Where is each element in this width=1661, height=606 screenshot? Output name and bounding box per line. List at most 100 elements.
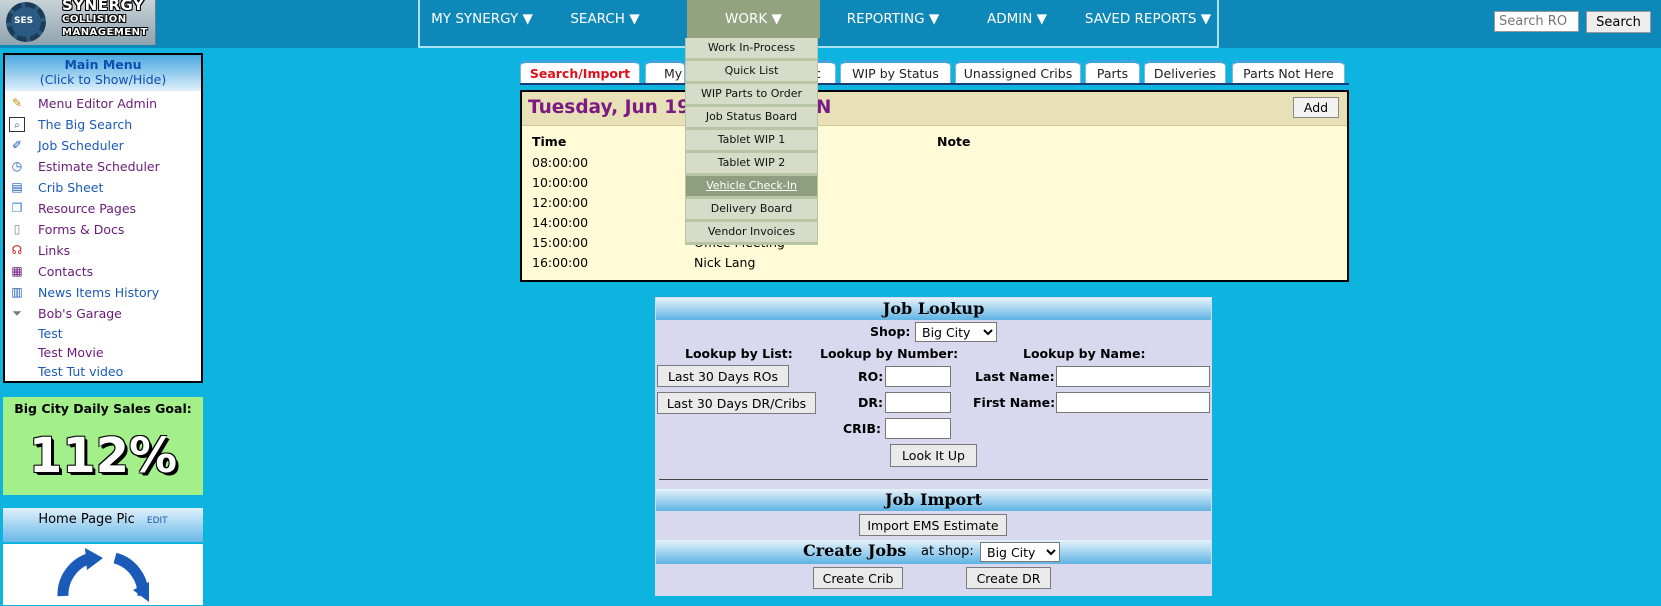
pages-icon: ❐: [11, 201, 23, 215]
crib-label: CRIB:: [843, 421, 881, 436]
book-icon: ▥: [11, 285, 23, 299]
menu-item-job-status-board[interactable]: Job Status Board: [686, 107, 817, 127]
menu-editor-icon: ✎: [11, 96, 23, 110]
create-jobs-bar: Create Jobs at shop: Big City: [656, 540, 1211, 564]
sidebar-item-label: Test Tut video: [38, 364, 124, 379]
menu-item-work-in-process[interactable]: Work In-Process: [686, 38, 817, 58]
menu-item-tablet-wip-2[interactable]: Tablet WIP 2: [686, 153, 817, 173]
menu-item-vehicle-check-in[interactable]: Vehicle Check-In: [686, 176, 817, 196]
look-it-up-button[interactable]: Look It Up: [890, 444, 977, 467]
daily-schedule-panel: Tuesday, Jun 19 IN Add Time Note 08:00:0…: [520, 90, 1349, 282]
nav-admin[interactable]: ADMIN ▼: [969, 0, 1065, 38]
nav-reporting[interactable]: REPORTING ▼: [831, 0, 955, 38]
main-menu-header[interactable]: Main Menu (Click to Show/Hide): [5, 55, 201, 91]
sidebar-item-label: Bob's Garage: [38, 306, 122, 321]
home-page-pic-edit-link[interactable]: EDIT: [147, 516, 168, 526]
sidebar-item-label: Crib Sheet: [38, 180, 104, 195]
sidebar-item-resource-pages[interactable]: ❐ Resource Pages: [5, 198, 201, 219]
logo-text-management: MANAGEMENT: [62, 27, 148, 38]
sidebar-item-label: Job Scheduler: [38, 138, 124, 153]
sidebar-item-label: Links: [38, 243, 71, 258]
tab-unassigned-cribs[interactable]: Unassigned Cribs: [955, 60, 1081, 84]
sidebar-item-job-scheduler[interactable]: ✐ Job Scheduler: [5, 135, 201, 156]
lookup-by-number-label: Lookup by Number:: [820, 346, 959, 361]
nav-work[interactable]: WORK ▼: [687, 0, 820, 38]
sidebar-item-news-items-history[interactable]: ▥ News Items History: [5, 282, 201, 303]
sidebar-item-test-movie[interactable]: Test Movie: [5, 343, 201, 362]
tab-deliveries[interactable]: Deliveries: [1144, 60, 1226, 84]
menu-item-delivery-board[interactable]: Delivery Board: [686, 199, 817, 219]
sidebar-item-forms-docs[interactable]: ▯ Forms & Docs: [5, 219, 201, 240]
schedule-row-time: 14:00:00: [532, 215, 589, 230]
main-menu-panel: Main Menu (Click to Show/Hide) ✎ Menu Ed…: [3, 53, 203, 383]
create-jobs-shop-select[interactable]: Big City: [980, 542, 1060, 562]
sidebar-item-label: Menu Editor Admin: [38, 96, 158, 111]
last-name-label: Last Name:: [975, 369, 1055, 384]
create-crib-button[interactable]: Create Crib: [813, 567, 903, 589]
menu-item-vendor-invoices[interactable]: Vendor Invoices: [686, 222, 817, 242]
first-name-label: First Name:: [973, 395, 1056, 410]
sidebar-item-label: Estimate Scheduler: [38, 159, 160, 174]
create-dr-button[interactable]: Create DR: [966, 567, 1051, 589]
logo-text-synergy: SYNERGY: [62, 0, 145, 14]
ro-input[interactable]: [885, 366, 951, 387]
sidebar-item-menu-editor-admin[interactable]: ✎ Menu Editor Admin: [5, 93, 201, 114]
menu-item-quick-list[interactable]: Quick List: [686, 61, 817, 81]
sidebar-item-big-search[interactable]: ⌕ The Big Search: [5, 114, 201, 135]
sidebar-item-label: Test Movie: [38, 345, 104, 360]
scheduler-icon: ✐: [11, 138, 23, 152]
main-nav: MY SYNERGY ▼ SEARCH ▼ WORK ▼ REPORTING ▼…: [418, 0, 1219, 48]
shop-select[interactable]: Big City: [915, 322, 997, 342]
tab-parts-not-here[interactable]: Parts Not Here: [1232, 60, 1345, 84]
menu-item-tablet-wip-1[interactable]: Tablet WIP 1: [686, 130, 817, 150]
sidebar-item-bobs-garage[interactable]: ⏷ Bob's Garage: [5, 303, 201, 324]
sidebar-item-label: Forms & Docs: [38, 222, 125, 237]
home-page-pic-title: Home Page Pic: [38, 512, 135, 527]
recycle-arrows-icon: [57, 548, 149, 602]
crib-input[interactable]: [885, 418, 951, 439]
tab-wip-by-status[interactable]: WIP by Status: [840, 60, 951, 84]
document-icon: ▯: [13, 222, 21, 236]
add-schedule-button[interactable]: Add: [1293, 97, 1339, 118]
create-jobs-at-shop-label: at shop:: [921, 544, 974, 559]
main-menu-subtitle: (Click to Show/Hide): [39, 72, 167, 87]
sidebar-item-links[interactable]: ☊ Links: [5, 240, 201, 261]
lookup-by-list-label: Lookup by List:: [685, 346, 793, 361]
sidebar-item-crib-sheet[interactable]: ▤ Crib Sheet: [5, 177, 201, 198]
home-page-pic-header: Home Page Pic EDIT: [3, 508, 203, 544]
clock-icon: ◷: [11, 159, 23, 173]
contacts-icon: ▦: [11, 264, 23, 278]
nav-my-synergy[interactable]: MY SYNERGY ▼: [420, 0, 544, 38]
schedule-row-time: 16:00:00: [532, 255, 589, 270]
search-ro-input[interactable]: [1494, 11, 1579, 32]
last-30-days-ros-button[interactable]: Last 30 Days ROs: [657, 365, 789, 387]
menu-item-wip-parts-to-order[interactable]: WIP Parts to Order: [686, 84, 817, 104]
funnel-icon: ⏷: [12, 306, 22, 320]
first-name-input[interactable]: [1056, 392, 1210, 413]
schedule-row-entry[interactable]: Nick Lang: [694, 255, 755, 270]
sidebar-item-test-tut-video[interactable]: Test Tut video: [5, 362, 201, 381]
import-ems-estimate-button[interactable]: Import EMS Estimate: [859, 514, 1007, 536]
search-button[interactable]: Search: [1586, 11, 1651, 33]
schedule-row-time: 08:00:00: [532, 155, 589, 170]
ro-label: RO:: [858, 369, 884, 384]
schedule-time-header: Time: [532, 134, 567, 149]
last-name-input[interactable]: [1056, 366, 1210, 387]
sidebar-item-test[interactable]: Test: [5, 324, 201, 343]
tab-my[interactable]: My: [645, 60, 685, 84]
tab-parts[interactable]: Parts: [1085, 60, 1140, 84]
schedule-date: Tuesday, Jun 19: [528, 97, 690, 118]
job-lookup-title: Job Lookup: [656, 298, 1211, 320]
nav-search[interactable]: SEARCH ▼: [550, 0, 660, 38]
tab-search-import[interactable]: Search/Import: [520, 60, 640, 84]
last-30-days-dr-cribs-button[interactable]: Last 30 Days DR/Cribs: [657, 392, 816, 414]
sidebar-item-label: The Big Search: [38, 117, 133, 132]
main-menu-title: Main Menu: [64, 57, 142, 72]
synergy-logo[interactable]: SES SYNERGY COLLISION MANAGEMENT: [0, 0, 156, 45]
sidebar-item-estimate-scheduler[interactable]: ◷ Estimate Scheduler: [5, 156, 201, 177]
nav-saved-reports[interactable]: SAVED REPORTS ▼: [1078, 0, 1218, 38]
schedule-row-time: 12:00:00: [532, 195, 589, 210]
sidebar-item-contacts[interactable]: ▦ Contacts: [5, 261, 201, 282]
clipboard-icon: ▤: [11, 180, 23, 194]
dr-input[interactable]: [885, 392, 951, 413]
